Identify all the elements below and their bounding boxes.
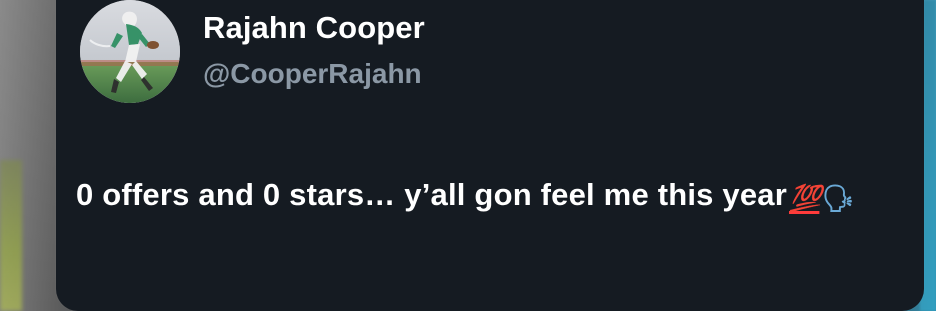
author-handle[interactable]: @CooperRajahn [203,60,422,88]
background-left-edge [0,160,22,311]
tweet-text: 0 offers and 0 stars… y’all gon feel me … [76,170,896,223]
avatar[interactable] [80,0,180,103]
author-name[interactable]: Rajahn Cooper [203,12,425,43]
tweet-card[interactable] [56,0,924,311]
football-player-avatar-icon [80,0,180,103]
tweet-text-body: 0 offers and 0 stars… y’all gon feel me … [76,177,788,212]
speaking-head-emoji-icon: 🗣 [821,183,855,213]
hundred-points-emoji-icon: 💯 [789,183,821,213]
